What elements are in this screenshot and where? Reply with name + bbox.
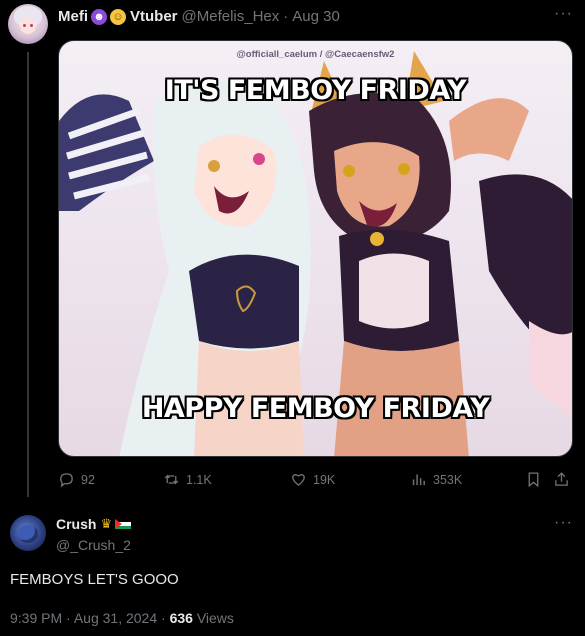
bookmark-icon [528, 472, 539, 488]
reply-author-handle[interactable]: @_Crush_2 [56, 537, 131, 553]
reply-views-label: Views [196, 610, 234, 626]
views-count: 353K [433, 472, 463, 487]
heart-icon [292, 474, 305, 486]
retweet-count: 1.1K [186, 472, 212, 487]
avatar-eye [30, 24, 33, 27]
devil-emoji-icon: ☻ [91, 8, 107, 25]
tweet-date[interactable]: Aug 30 [292, 8, 340, 25]
reply-time[interactable]: 9:39 PM [10, 610, 62, 626]
separator-dot: · [161, 610, 166, 626]
tweet-media-image[interactable]: @officiall_caelum / @Caecaensfw2 IT'S FE… [58, 40, 573, 457]
reply-button[interactable]: 92 [58, 471, 95, 488]
bookmark-button[interactable] [525, 471, 548, 488]
halo-emoji-icon: ☺ [110, 8, 126, 25]
reply-metadata: 9:39 PM · Aug 31, 2024 · 636 Views [10, 610, 234, 626]
palestine-flag-icon [115, 518, 132, 530]
retweet-button[interactable]: 1.1K [163, 471, 212, 488]
like-button[interactable]: 19K [290, 471, 335, 488]
reply-icon [60, 473, 73, 488]
reply-count: 92 [81, 472, 95, 487]
reply-views-count: 636 [169, 610, 193, 626]
reply-more-options-button[interactable]: ··· [554, 514, 573, 532]
like-count: 19K [313, 472, 336, 487]
artist-credit: @officiall_caelum / @Caecaensfw2 [236, 49, 395, 60]
author-name[interactable]: Mefi [58, 8, 88, 25]
retweet-icon [164, 474, 179, 485]
crown-emoji-icon: ♛ [100, 516, 113, 531]
avatar-figure [18, 525, 38, 543]
avatar-eye [23, 24, 26, 27]
views-chart-icon [412, 474, 425, 486]
reply-author-name[interactable]: Crush [56, 516, 96, 532]
tweet-header: Mefi ☻ ☺ Vtuber @Mefelis_Hex · Aug 30 [58, 8, 340, 25]
reply-avatar[interactable] [10, 515, 46, 551]
share-icon [555, 472, 568, 486]
author-handle[interactable]: @Mefelis_Hex [182, 8, 280, 25]
meme-bottom-text: HAPPY FEMBOY FRIDAY [141, 393, 490, 424]
reply-text: FEMBOYS LET'S GOOO [10, 571, 179, 588]
meme-top-text: IT'S FEMBOY FRIDAY [164, 75, 467, 106]
avatar[interactable] [8, 4, 48, 44]
reply-header: Crush ♛ [56, 516, 132, 532]
author-name-suffix[interactable]: Vtuber [130, 8, 178, 25]
tweet-action-bar: 92 1.1K 19K 353K [58, 471, 573, 491]
share-button[interactable] [553, 471, 576, 488]
views-button[interactable]: 353K [410, 471, 462, 488]
more-options-button[interactable]: ··· [554, 5, 573, 23]
reply-date[interactable]: Aug 31, 2024 [74, 610, 157, 626]
separator-dot: · [66, 610, 71, 626]
thread-connector-line [27, 52, 29, 497]
separator-dot: · [283, 8, 289, 25]
